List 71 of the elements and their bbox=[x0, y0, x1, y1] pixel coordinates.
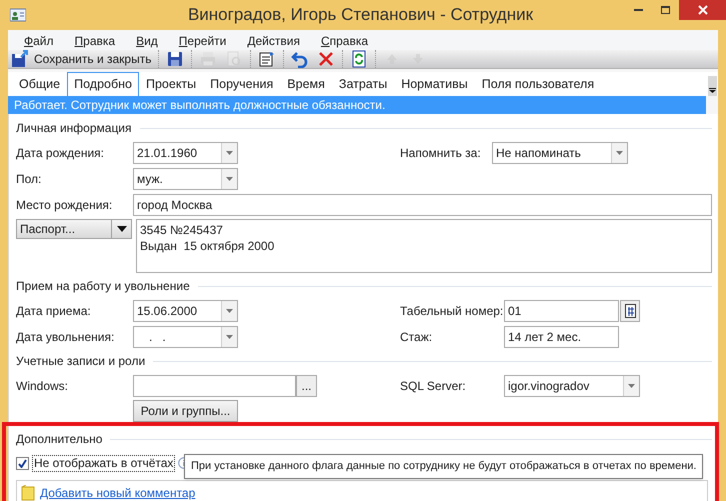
field-label: Windows: bbox=[16, 378, 70, 394]
dropdown-field[interactable]: муж. bbox=[133, 168, 238, 190]
status-banner: Работает. Сотрудник может выполнять должностные обязанности. bbox=[8, 96, 706, 114]
field-label: Дата приема: bbox=[16, 302, 92, 320]
field-label: Табельный номер: bbox=[400, 302, 504, 320]
tab[interactable]: Нормативы bbox=[394, 72, 475, 96]
field-label: Дата увольнения: bbox=[16, 328, 116, 346]
menu-item[interactable]: Перейти bbox=[178, 32, 226, 50]
section-title: Дополнительно bbox=[16, 431, 102, 448]
dropdown-arrow-icon bbox=[116, 226, 126, 232]
tab-overflow-button[interactable] bbox=[708, 76, 717, 96]
dropdown-arrow-icon bbox=[628, 384, 635, 388]
field-label: Пол: bbox=[16, 170, 42, 188]
personnel-number-field[interactable]: 01 bbox=[504, 300, 619, 322]
dropdown-field[interactable]: 21.01.1960 bbox=[133, 142, 238, 164]
menu-item[interactable]: Справка bbox=[320, 32, 368, 50]
close-icon bbox=[698, 5, 708, 15]
check-icon bbox=[18, 458, 27, 468]
windows-account-field[interactable] bbox=[133, 374, 296, 396]
browse-button[interactable]: ... bbox=[296, 374, 317, 396]
field-label: Дата рождения: bbox=[16, 144, 105, 162]
cross-icon[interactable] bbox=[317, 50, 336, 68]
add-comment-link[interactable]: Добавить новый комментар bbox=[40, 484, 196, 501]
roles-and-groups-button[interactable]: Роли и группы... bbox=[133, 400, 238, 422]
tab[interactable]: Поручения bbox=[203, 72, 280, 96]
dropdown-field[interactable]: igor.vinogradov bbox=[504, 374, 640, 396]
tab[interactable]: Подробно bbox=[67, 72, 139, 96]
hash-document-icon bbox=[624, 304, 636, 318]
dropdown-field[interactable]: Не напоминать bbox=[492, 142, 628, 164]
tenure-field[interactable]: 14 лет 2 мес. bbox=[504, 326, 619, 348]
checkbox-label[interactable]: Не отображать в отчётах bbox=[32, 454, 176, 472]
dropdown-arrow-icon bbox=[226, 176, 233, 180]
section-title: Прием на работу и увольнение bbox=[16, 278, 190, 295]
menu-item[interactable]: Правка bbox=[74, 32, 116, 50]
dropdown-field[interactable]: . . bbox=[133, 326, 238, 348]
employee-card-icon bbox=[10, 8, 26, 22]
save-and-close-button[interactable]: Сохранить и закрыть bbox=[11, 50, 156, 68]
menu-item[interactable]: Вид bbox=[136, 32, 158, 50]
dropdown-field[interactable]: 15.06.2000 bbox=[133, 300, 238, 322]
close-button[interactable] bbox=[679, 0, 726, 20]
dropdown-arrow-icon bbox=[226, 150, 233, 154]
menu-item[interactable]: Файл bbox=[24, 32, 54, 50]
maximize-icon bbox=[661, 6, 670, 14]
overflow-arrow-icon bbox=[709, 88, 716, 93]
tab[interactable]: Поля пользователя bbox=[474, 72, 602, 96]
minimize-icon bbox=[634, 9, 643, 11]
undo-arrow-icon[interactable] bbox=[291, 50, 310, 68]
dropdown-arrow-icon bbox=[616, 150, 623, 154]
refresh-page-icon[interactable] bbox=[350, 50, 368, 68]
tab[interactable]: Общие bbox=[12, 72, 68, 96]
checkbox[interactable] bbox=[16, 456, 29, 470]
field-label: Напомнить за: bbox=[400, 144, 482, 162]
field-label: Место рождения: bbox=[16, 196, 114, 214]
tab[interactable]: Затраты bbox=[332, 72, 394, 96]
section-title: Учетные записи и роли bbox=[16, 353, 146, 370]
dropdown-arrow-icon bbox=[226, 334, 233, 338]
numbering-button[interactable] bbox=[620, 300, 640, 322]
dropdown-arrow-icon bbox=[226, 308, 233, 312]
window-title: Виноградов, Игорь Степанович - Сотрудник bbox=[186, 4, 534, 26]
birthplace-field[interactable]: город Москва bbox=[133, 194, 712, 216]
menu-item[interactable]: Действия bbox=[247, 32, 300, 50]
field-label: SQL Server: bbox=[400, 378, 467, 394]
document-properties-icon[interactable] bbox=[258, 50, 276, 68]
tab[interactable]: Время bbox=[280, 72, 332, 96]
sticky-note-icon bbox=[21, 485, 35, 501]
document-text-area[interactable]: 3545 №245437 Выдан 15 октября 2000 bbox=[136, 219, 712, 273]
field-label: Стаж: bbox=[400, 328, 434, 346]
section-title: Личная информация bbox=[16, 120, 132, 137]
document-type-dropdown[interactable]: Паспорт... bbox=[16, 219, 132, 239]
tab[interactable]: Проекты bbox=[138, 72, 204, 96]
tooltip: При установке данного флага данные по сотруднику не будут отображаться в отчетах по времени. bbox=[184, 454, 704, 479]
